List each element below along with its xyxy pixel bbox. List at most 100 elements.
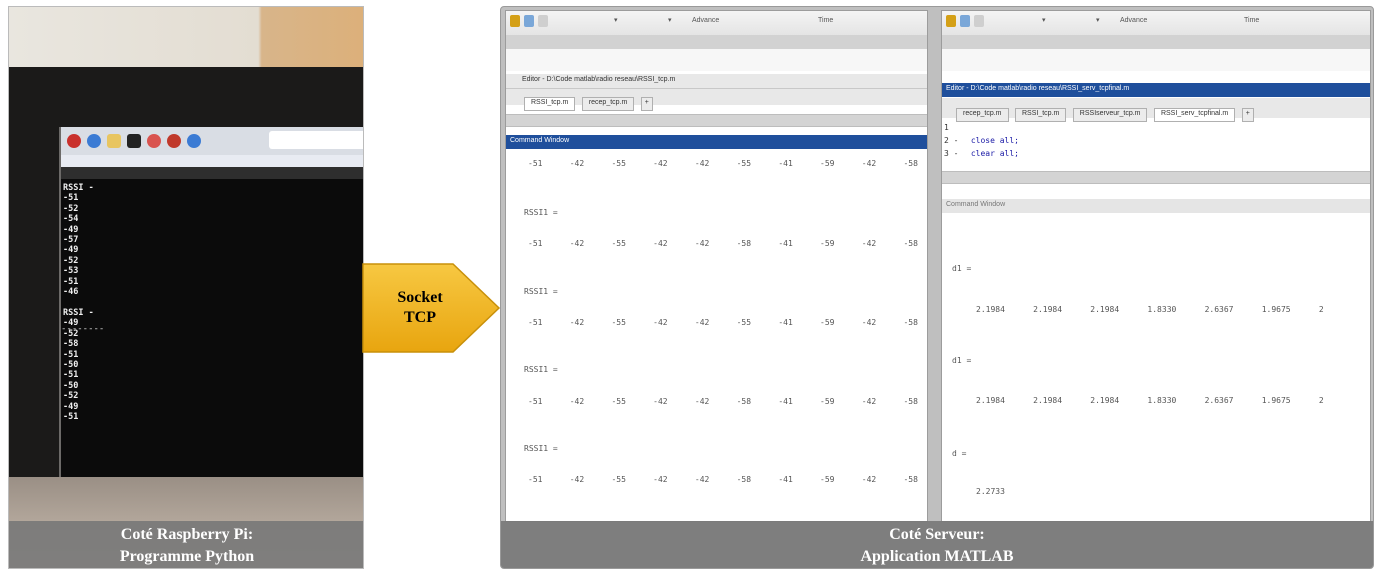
socket-tcp-arrow: Socket TCP <box>361 258 503 358</box>
value: 2.6367 <box>1204 396 1234 405</box>
tab-rssi-serv-tcpfinal[interactable]: RSSI_serv_tcpfinal.m <box>1153 108 1236 122</box>
value: -51 <box>528 239 543 248</box>
ribbon-gap <box>506 49 927 71</box>
left-caption-line1: Coté Raspberry Pi: <box>120 526 254 543</box>
line-number: 2 - <box>944 136 959 145</box>
python-output: RSSI - -51 -52 -54 -49 -57 -49 -52 -53 -… <box>63 183 94 422</box>
dropdown-icon[interactable]: ▾ <box>614 16 618 24</box>
code-line: close all; <box>970 136 1019 145</box>
matlab-window-right: ▾ ▾ Advance Time Editor - D:\Code matlab… <box>941 10 1371 522</box>
d1-row: 2.1984 2.1984 2.1984 1.8330 2.6367 1.967… <box>976 305 1370 314</box>
ribbon-time[interactable]: Time <box>1244 17 1259 24</box>
value: -42 <box>569 318 585 327</box>
value: 1.8330 <box>1147 305 1177 314</box>
terminal-menubar <box>61 167 363 179</box>
value: -41 <box>778 475 793 484</box>
toolstrip-icon[interactable] <box>510 15 520 27</box>
editor-scrollbar[interactable] <box>506 114 927 127</box>
value: -41 <box>778 318 793 327</box>
value: -51 <box>528 318 543 327</box>
rssi-row: -51 -42 -55 -42 -42 -58 -41 -59 -42 -58 <box>528 397 918 406</box>
value: -42 <box>569 239 585 248</box>
d-value: 2.2733 <box>976 487 1005 496</box>
value: -59 <box>820 475 835 484</box>
dropdown-icon[interactable]: ▾ <box>1042 16 1046 24</box>
toolstrip-icon-2[interactable] <box>960 15 970 27</box>
arrow-label-line1: Socket <box>397 289 443 306</box>
tab-rssiserveur-tcp[interactable]: RSSIserveur_tcp.m <box>1072 108 1148 122</box>
value: 2 <box>1318 305 1324 314</box>
browser-icon[interactable] <box>87 134 101 148</box>
value: 1.9675 <box>1261 396 1291 405</box>
value: 2.6367 <box>1204 305 1234 314</box>
value: 1.8330 <box>1147 396 1177 405</box>
line-number: 1 <box>944 123 949 132</box>
toolstrip-icon-2[interactable] <box>524 15 534 27</box>
code-editor[interactable]: 1 2 - close all; 3 - clear all; <box>944 121 1019 160</box>
value: -51 <box>528 397 543 406</box>
ribbon-section-bar <box>942 35 1370 49</box>
app-icon[interactable] <box>147 134 161 148</box>
tab-rssi-tcp[interactable]: RSSI_tcp.m <box>524 97 576 111</box>
value: -59 <box>820 239 835 248</box>
dropdown-icon-2[interactable]: ▾ <box>1096 16 1100 24</box>
value: 2 <box>1318 396 1324 405</box>
value: -55 <box>611 397 626 406</box>
wolfram-icon[interactable] <box>167 134 181 148</box>
value: -58 <box>736 239 752 248</box>
ribbon-time[interactable]: Time <box>818 17 833 24</box>
rssi-row: -51 -42 -55 -42 -42 -58 -41 -59 -42 -58 <box>528 475 918 484</box>
value: -55 <box>736 318 752 327</box>
tab-rssi-tcp[interactable]: RSSI_tcp.m <box>1014 108 1067 122</box>
value: -55 <box>736 159 752 168</box>
taskbar-window-tab[interactable] <box>269 131 363 149</box>
editor-scrollbar[interactable] <box>942 171 1370 184</box>
value: -55 <box>611 318 626 327</box>
value: -42 <box>861 159 877 168</box>
dropdown-icon-2[interactable]: ▾ <box>668 16 672 24</box>
d1-label: d1 = <box>952 356 972 365</box>
value: -51 <box>528 159 543 168</box>
left-caption-line2: Programme Python <box>119 548 255 565</box>
value: 2.1984 <box>1033 305 1063 314</box>
toolstrip-icon-3[interactable] <box>974 15 984 27</box>
d1-label: d1 = <box>952 264 972 273</box>
right-caption-line2: Application MATLAB <box>860 548 1014 565</box>
value: -42 <box>653 159 668 168</box>
add-tab-icon[interactable]: + <box>640 97 653 111</box>
add-tab-icon[interactable]: + <box>1241 108 1254 122</box>
raspberry-icon[interactable] <box>67 134 81 148</box>
value: -42 <box>653 475 668 484</box>
toolstrip-icon-3[interactable] <box>538 15 548 27</box>
toolstrip-icon[interactable] <box>946 15 956 27</box>
value: 2.1984 <box>976 305 1005 314</box>
value: -42 <box>694 239 710 248</box>
value: -55 <box>611 475 626 484</box>
browser-icon-2[interactable] <box>187 134 201 148</box>
output-separator: -------- <box>61 324 105 334</box>
value: -41 <box>778 159 793 168</box>
rssi-label: RSSI1 = <box>524 444 558 453</box>
value: -55 <box>611 239 626 248</box>
value: -42 <box>694 475 710 484</box>
ribbon-gap <box>942 49 1370 71</box>
terminal-icon[interactable] <box>127 134 141 148</box>
ribbon-advance[interactable]: Advance <box>692 17 719 24</box>
value: -51 <box>528 475 543 484</box>
tab-recep-tcp[interactable]: recep_tcp.m <box>581 97 635 111</box>
ribbon-section-bar <box>506 35 927 49</box>
line-number: 3 - <box>944 149 959 158</box>
value: 2.1984 <box>976 396 1005 405</box>
value: -42 <box>861 239 877 248</box>
ribbon-advance[interactable]: Advance <box>1120 17 1147 24</box>
tab-recep-tcp[interactable]: recep_tcp.m <box>956 108 1009 122</box>
matlab-ribbon: ▾ ▾ Advance Time <box>942 11 1370 49</box>
value: -58 <box>736 397 752 406</box>
value: -42 <box>569 475 585 484</box>
editor-header: Editor - D:\Code matlab\radio reseau\RSS… <box>506 74 927 111</box>
value: -42 <box>861 475 877 484</box>
folder-icon[interactable] <box>107 134 121 148</box>
value: -42 <box>653 397 668 406</box>
value: -42 <box>569 397 585 406</box>
code-line: clear all; <box>970 149 1019 158</box>
